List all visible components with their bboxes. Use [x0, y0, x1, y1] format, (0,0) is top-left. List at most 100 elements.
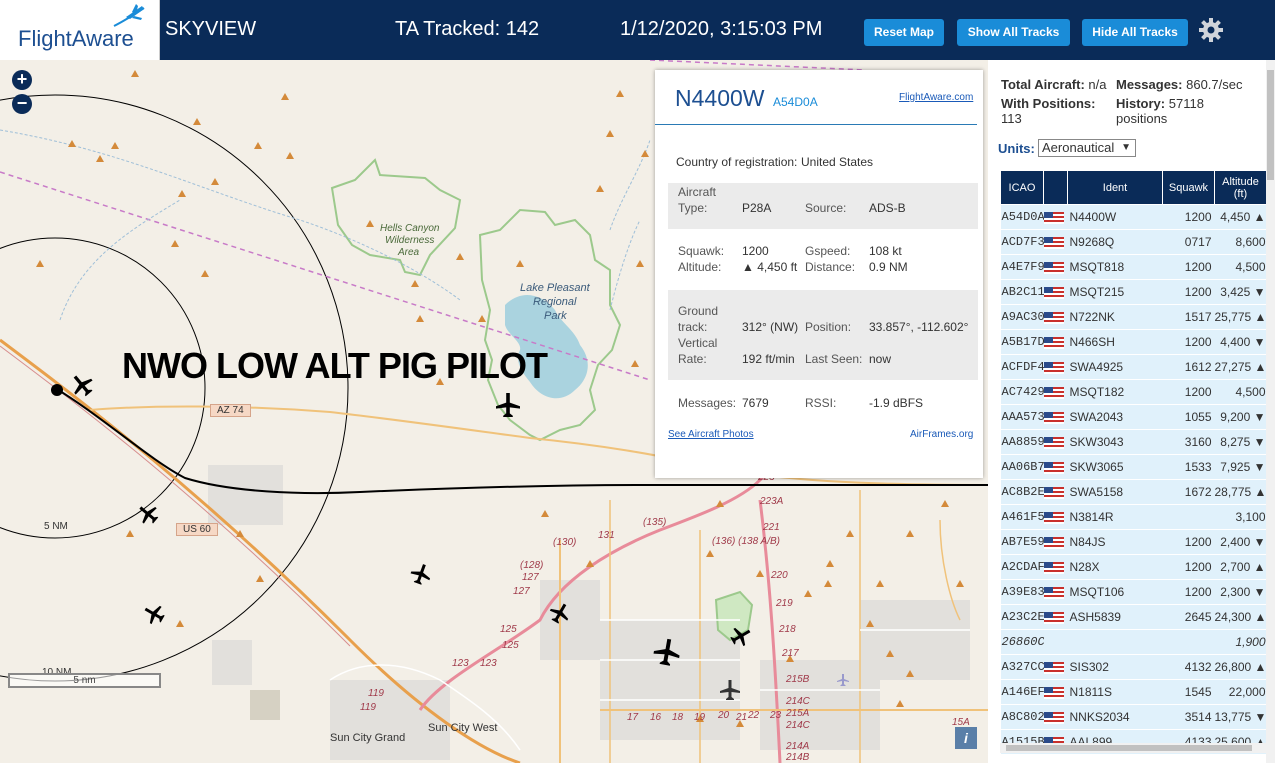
with-positions-label: With Positions:	[1001, 96, 1096, 111]
map-label-hells-canyon: Hells Canyon	[380, 223, 440, 234]
row-ident: ASH5839	[1067, 604, 1163, 630]
table-row[interactable]: A146EF N1811S 1545 22,000	[1000, 679, 1267, 705]
exit-label: 219	[776, 598, 793, 609]
table-row[interactable]: ACFDF4 SWA4925 1612 27,275 ▲	[1000, 354, 1267, 380]
exit-label: 16	[650, 712, 662, 723]
messages-value: 7679	[742, 396, 769, 410]
gear-icon[interactable]	[1198, 17, 1224, 43]
map-label-sun-city-west: Sun City West	[428, 722, 498, 734]
info-button[interactable]: i	[955, 727, 977, 749]
row-icao: A8C802	[1000, 704, 1044, 730]
row-altitude: 28,775 ▲	[1214, 479, 1267, 505]
last-seen-label: Last Seen:	[805, 352, 863, 366]
row-flag	[1043, 554, 1068, 580]
us-flag-icon	[1043, 386, 1064, 399]
col-ident[interactable]: Ident	[1067, 170, 1163, 205]
exit-label: 214A	[786, 741, 810, 752]
us-flag-icon	[1043, 511, 1064, 524]
row-flag	[1043, 279, 1068, 305]
table-row[interactable]: A39E83 MSQT106 1200 2,300 ▼	[1000, 579, 1267, 605]
table-row[interactable]: AA06B7 SKW3065 1533 7,925 ▼	[1000, 454, 1267, 480]
table-row[interactable]: A327CC SIS302 4132 26,800 ▲	[1000, 654, 1267, 680]
col-altitude[interactable]: Altitude (ft)	[1214, 170, 1267, 205]
row-ident: MSQT106	[1067, 579, 1163, 605]
row-icao: A327CC	[1000, 654, 1044, 680]
airframes-link[interactable]: AirFrames.org	[910, 429, 973, 440]
table-row[interactable]: A23C2E ASH5839 2645 24,300 ▲	[1000, 604, 1267, 630]
ground-track-label2: track:	[678, 320, 708, 334]
table-row[interactable]: A54D0A N4400W 1200 4,450 ▲	[1000, 204, 1267, 230]
aircraft-type-label2: Type:	[678, 201, 708, 215]
row-ident	[1067, 629, 1163, 655]
horizontal-scrollbar-thumb[interactable]	[1006, 745, 1252, 751]
table-row[interactable]: A8C802 NNKS2034 3514 13,775 ▼	[1000, 704, 1267, 730]
row-flag	[1043, 529, 1068, 555]
row-ident: MSQT182	[1067, 379, 1163, 405]
row-squawk: 1517	[1162, 304, 1215, 330]
row-ident: SIS302	[1067, 654, 1163, 680]
row-flag	[1043, 204, 1068, 230]
table-row[interactable]: A461F5 N3814R 3,100	[1000, 504, 1267, 530]
row-altitude: 3,425 ▼	[1214, 279, 1267, 305]
exit-label: 119	[360, 702, 376, 713]
aircraft-type-label: Aircraft	[678, 185, 717, 199]
position-label: Position:	[805, 320, 852, 334]
popup-hex: A54D0A	[773, 95, 818, 109]
row-altitude: 2,300 ▼	[1214, 579, 1267, 605]
show-all-tracks-button[interactable]: Show All Tracks	[957, 19, 1070, 46]
row-altitude: 2,400 ▼	[1214, 529, 1267, 555]
last-seen-value: now	[869, 352, 892, 366]
exit-label: 123	[452, 658, 469, 669]
ground-track-value: 312° (NW)	[742, 320, 799, 334]
reset-map-button[interactable]: Reset Map	[864, 19, 944, 46]
scrollbar-thumb[interactable]	[1267, 70, 1274, 180]
hide-all-tracks-button[interactable]: Hide All Tracks	[1082, 19, 1188, 46]
exit-label: 221	[763, 522, 780, 533]
table-row[interactable]: A9AC30 N722NK 1517 25,775 ▲	[1000, 304, 1267, 330]
row-flag	[1043, 329, 1068, 355]
exit-label: 125	[502, 640, 519, 651]
exit-label: 20	[718, 710, 730, 721]
table-row[interactable]: A5B17D N466SH 1200 4,400 ▼	[1000, 329, 1267, 355]
row-flag	[1043, 704, 1068, 730]
table-row[interactable]: ACD7F3 N9268Q 0717 8,600	[1000, 229, 1267, 255]
popup-divider	[655, 124, 977, 125]
aircraft-photos-link[interactable]: See Aircraft Photos	[668, 429, 754, 440]
flightaware-link[interactable]: FlightAware.com	[899, 92, 973, 103]
row-flag	[1043, 629, 1068, 655]
table-row[interactable]: AB7E59 N84JS 1200 2,400 ▼	[1000, 529, 1267, 555]
row-flag	[1043, 429, 1068, 455]
zoom-out-button[interactable]: −	[12, 94, 32, 114]
scale-bar: 5 nm	[8, 673, 161, 688]
tracked-count: TA Tracked: 142	[395, 18, 540, 40]
logo[interactable]: FlightAware	[0, 0, 160, 60]
row-squawk: 1200	[1162, 379, 1215, 405]
table-row[interactable]: 26860C 1,900	[1000, 629, 1267, 655]
table-row[interactable]: AAA573 SWA2043 1055 9,200 ▼	[1000, 404, 1267, 430]
history-value: 57118	[1168, 96, 1204, 111]
col-squawk[interactable]: Squawk	[1162, 170, 1215, 205]
exit-label: 127	[522, 572, 539, 583]
row-ident: N4400W	[1067, 204, 1163, 230]
row-icao: AC7429	[1000, 379, 1044, 405]
exit-label: 223A	[760, 496, 784, 507]
row-squawk: 1672	[1162, 479, 1215, 505]
table-row[interactable]: A2CDAF N28X 1200 2,700 ▲	[1000, 554, 1267, 580]
col-flag[interactable]	[1043, 170, 1068, 205]
table-row[interactable]: AA8859 SKW3043 3160 8,275 ▼	[1000, 429, 1267, 455]
col-icao[interactable]: ICAO	[1000, 170, 1044, 205]
row-icao: A4E7F9	[1000, 254, 1044, 280]
map-label-sun-city-grand: Sun City Grand	[330, 732, 406, 744]
table-row[interactable]: AC8B2E SWA5158 1672 28,775 ▲	[1000, 479, 1267, 505]
row-squawk: 2645	[1162, 604, 1215, 630]
zoom-in-button[interactable]: +	[12, 70, 32, 90]
messages-rate-value: 860.7/sec	[1186, 77, 1243, 92]
table-row[interactable]: A4E7F9 MSQT818 1200 4,500	[1000, 254, 1267, 280]
row-altitude: 9,200 ▼	[1214, 404, 1267, 430]
table-row[interactable]: AC7429 MSQT182 1200 4,500	[1000, 379, 1267, 405]
table-row[interactable]: AB2C11 MSQT215 1200 3,425 ▼	[1000, 279, 1267, 305]
distance-value: 0.9 NM	[869, 260, 908, 274]
units-select[interactable]: Aeronautical ▼	[1038, 139, 1136, 157]
us-flag-icon	[1043, 586, 1064, 599]
row-icao: A2CDAF	[1000, 554, 1044, 580]
